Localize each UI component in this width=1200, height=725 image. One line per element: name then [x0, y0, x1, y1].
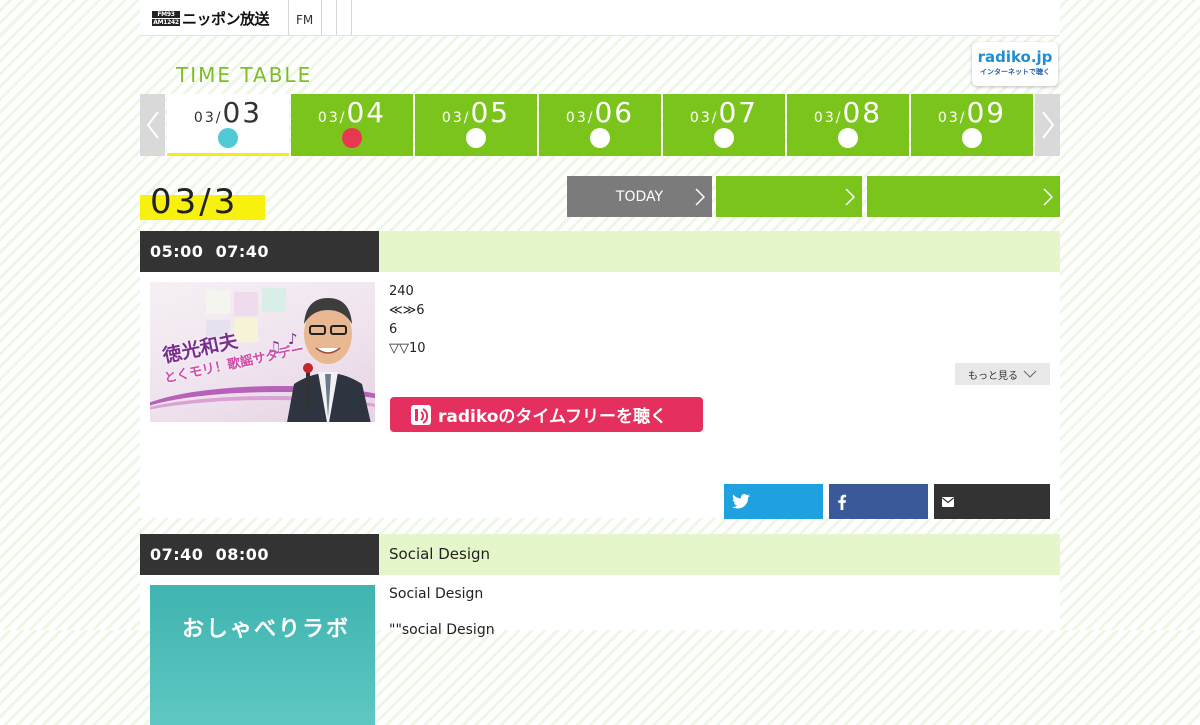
radiko-icon	[411, 404, 431, 425]
facebook-icon	[838, 494, 847, 510]
mail-icon	[942, 496, 954, 507]
day-dot	[218, 128, 238, 148]
chevron-right-icon	[845, 188, 855, 206]
day-tab-2[interactable]: 03/05	[415, 94, 537, 156]
day-tab-6[interactable]: 03/09	[911, 94, 1033, 156]
mail-share-button[interactable]	[934, 484, 1050, 519]
nav-item-blank-1[interactable]	[321, 0, 336, 35]
chevron-right-icon	[695, 188, 705, 206]
nav-button-3[interactable]	[867, 176, 1060, 217]
program-description: Social Design ""social Design	[389, 585, 495, 640]
program-time-end: 08:00	[215, 545, 270, 564]
program-detail: ♫ ♪ 徳光和夫 とくモリ！歌謡サタデー 240 ≪≫6 6 ▽▽10 もっと見…	[140, 272, 1060, 519]
desc-line: ≪≫6	[389, 303, 425, 318]
day-number: 08	[842, 96, 883, 129]
nav-button-2[interactable]	[716, 176, 862, 217]
more-button[interactable]: もっと見る	[955, 363, 1050, 385]
program-header: 05:00 07:40	[140, 231, 1060, 272]
program-description: 240 ≪≫6 6 ▽▽10	[389, 282, 426, 358]
day-tab-3[interactable]: 03/06	[539, 94, 661, 156]
program-time: 07:40 08:00	[140, 534, 379, 575]
logo-mark: FM93 AM1242	[152, 11, 180, 27]
program-time-end: 07:40	[215, 242, 270, 261]
current-date-label: 03/3	[150, 182, 239, 222]
today-button-label: TODAY	[615, 188, 664, 205]
next-week-button[interactable]	[1035, 94, 1060, 156]
logo-mark-am: AM1242	[152, 19, 180, 26]
chevron-down-icon	[1023, 370, 1037, 378]
day-tab-4[interactable]: 03/07	[663, 94, 785, 156]
more-button-label: もっと見る	[968, 370, 1018, 382]
program-time: 05:00 07:40	[140, 231, 379, 272]
day-number: 07	[718, 96, 759, 129]
radiko-badge-sub: インターネットで聴く	[980, 68, 1050, 76]
logo-name: ニッポン放送	[182, 10, 270, 28]
chevron-right-icon	[1043, 188, 1053, 206]
nav-fm[interactable]: FM	[288, 0, 321, 35]
site-logo[interactable]: FM93 AM1242 ニッポン放送	[152, 10, 270, 28]
twitter-icon	[732, 494, 750, 509]
logo-mark-fm: FM93	[152, 11, 180, 18]
day-dot	[590, 128, 610, 148]
date-strip: 03/03 03/04 03/05 03/06 03/07 03/08 03/0…	[140, 94, 1060, 156]
program-title[interactable]: Social Design	[389, 534, 490, 575]
chevron-left-icon	[146, 111, 159, 139]
prev-week-button[interactable]	[140, 94, 165, 156]
day-dot	[962, 128, 982, 148]
day-dot	[466, 128, 486, 148]
radiko-badge[interactable]: radiko.jp インターネットで聴く	[972, 42, 1058, 86]
day-dot	[342, 128, 362, 148]
radiko-badge-title: radiko.jp	[977, 48, 1053, 66]
day-month: 03/	[565, 110, 595, 126]
day-month: 03/	[317, 110, 347, 126]
current-date: 03/3	[140, 182, 265, 222]
day-number: 04	[346, 96, 387, 129]
day-tab-0[interactable]: 03/03	[167, 94, 289, 156]
program-time-start: 05:00	[150, 242, 204, 261]
top-nav: FM	[288, 0, 353, 35]
desc-line: 240	[389, 284, 414, 299]
day-month: 03/	[441, 110, 471, 126]
program-thumbnail[interactable]: ♫ ♪ 徳光和夫 とくモリ！歌謡サタデー	[150, 282, 375, 422]
day-month: 03/	[193, 110, 223, 126]
day-month: 03/	[937, 110, 967, 126]
program-detail: おしゃべりラボ Social Design ""social Design	[140, 575, 1060, 725]
desc-line: ▽▽10	[389, 341, 426, 356]
today-button[interactable]: TODAY	[567, 176, 712, 217]
nav-item-blank-2[interactable]	[336, 0, 353, 35]
desc-line: ""social Design	[389, 622, 495, 638]
day-number: 09	[966, 96, 1007, 129]
desc-line: 6	[389, 322, 398, 337]
day-dot	[838, 128, 858, 148]
thumbnail-title: おしゃべりラボ	[182, 617, 351, 642]
day-tab-5[interactable]: 03/08	[787, 94, 909, 156]
program-thumbnail[interactable]: おしゃべりラボ	[150, 585, 375, 725]
desc-line: Social Design	[389, 586, 484, 602]
facebook-share-button[interactable]	[829, 484, 928, 519]
day-month: 03/	[689, 110, 719, 126]
site-header: FM93 AM1242 ニッポン放送 FM	[140, 0, 1060, 36]
radiko-timefree-label: radikoのタイムフリーを聴く	[438, 407, 668, 427]
day-dot	[714, 128, 734, 148]
chevron-right-icon	[1041, 111, 1054, 139]
day-number: 06	[594, 96, 635, 129]
timetable-title: TIME TABLE	[176, 63, 313, 87]
radiko-timefree-button[interactable]: radikoのタイムフリーを聴く	[390, 397, 703, 432]
day-month: 03/	[813, 110, 843, 126]
program-header: 07:40 08:00 Social Design	[140, 534, 1060, 575]
program-time-start: 07:40	[150, 545, 204, 564]
twitter-share-button[interactable]	[724, 484, 823, 519]
day-number: 03	[222, 96, 263, 129]
day-number: 05	[470, 96, 511, 129]
day-tab-1[interactable]: 03/04	[291, 94, 413, 156]
